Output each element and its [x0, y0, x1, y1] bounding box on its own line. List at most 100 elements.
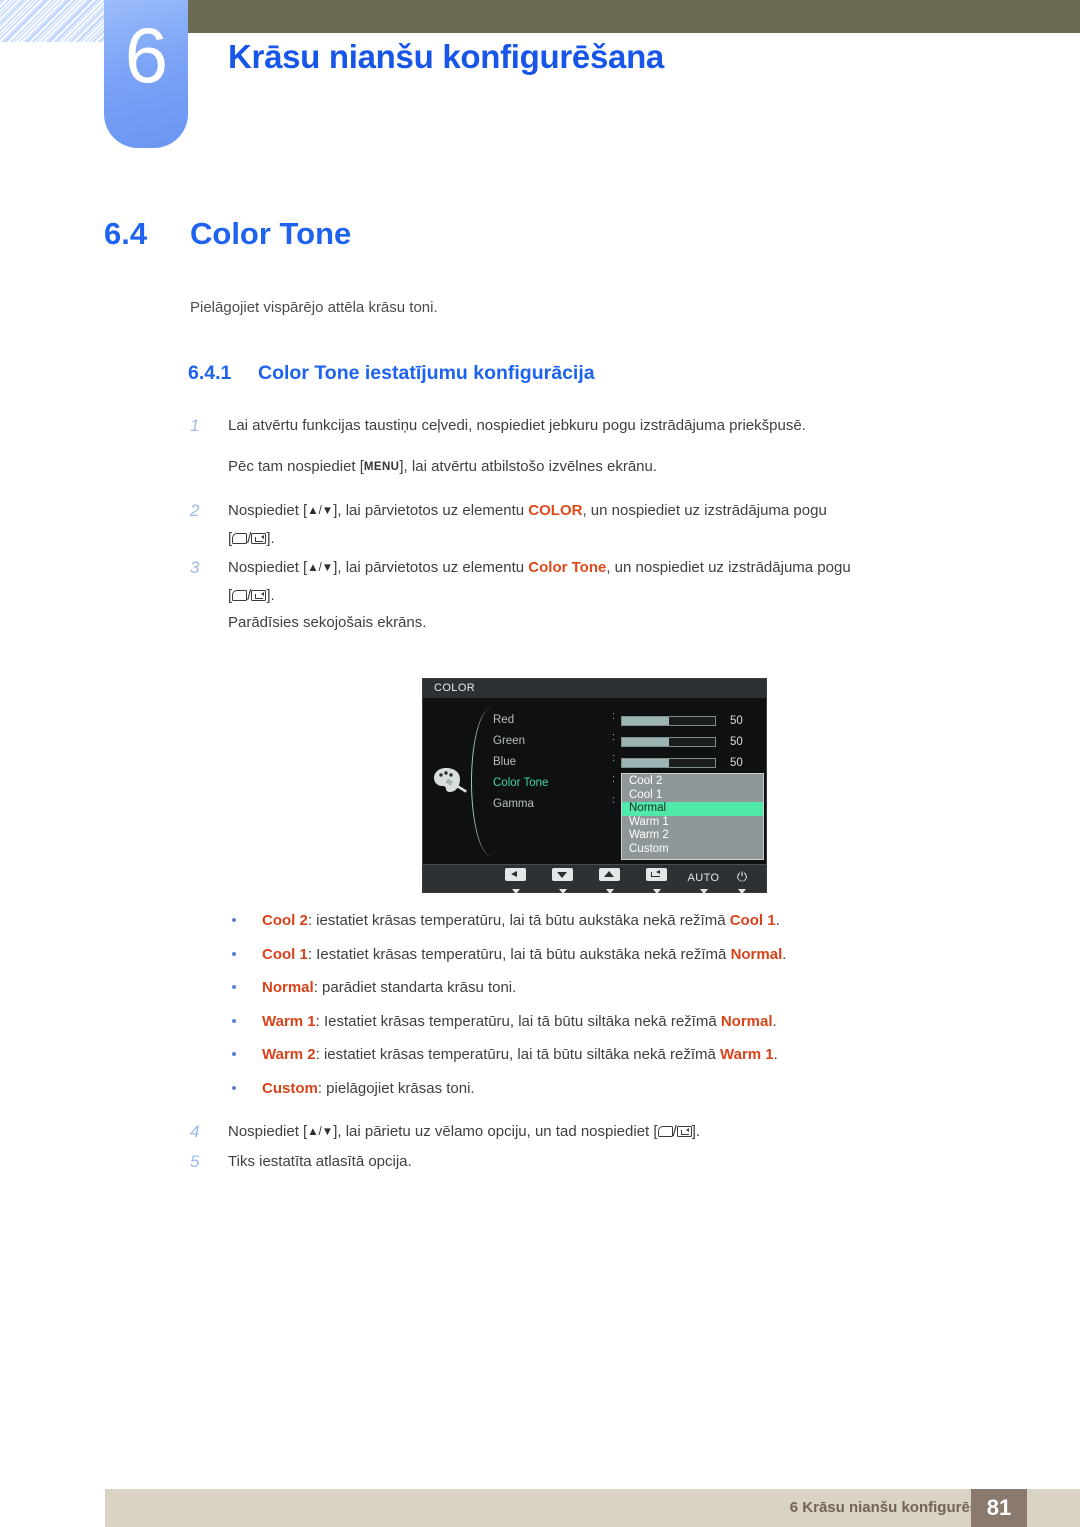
step-4-line: Nospiediet [▲/▼], lai pārietu uz vēlamo … — [228, 1118, 980, 1146]
page-title: 6.4 Color Tone — [104, 216, 351, 252]
step-text: Lai atvērtu funkcijas taustiņu ceļvedi, … — [228, 412, 980, 481]
option-ref: Cool 1 — [729, 912, 776, 929]
osd-item-color-tone[interactable]: Color Tone — [493, 773, 548, 794]
step-5-line: Tiks iestatīta atlasītā opcija. — [228, 1148, 980, 1175]
osd-item-green[interactable]: Green — [493, 731, 548, 752]
step-text: Tiks iestatīta atlasītā opcija. — [228, 1148, 980, 1175]
option-name: Cool 1 — [262, 945, 308, 963]
chapter-number-badge: 6 — [104, 0, 188, 148]
green-slider[interactable] — [621, 736, 716, 747]
dropdown-option-cool-2[interactable]: Cool 2 — [622, 775, 763, 789]
blue-value: 50 — [730, 756, 743, 769]
list-item: Warm 2: iestatiet krāsas temperatūru, la… — [232, 1044, 992, 1066]
procedure-steps-bottom: 4 Nospiediet [▲/▼], lai pārietu uz vēlam… — [190, 1118, 980, 1177]
osd-button-down[interactable] — [539, 868, 586, 894]
option-desc: : Iestatiet krāsas temperatūru, lai tā b… — [315, 1012, 721, 1030]
step-1-line-1: Lai atvērtu funkcijas taustiņu ceļvedi, … — [228, 412, 980, 439]
dropdown-option-custom[interactable]: Custom — [622, 843, 763, 857]
osd-button-power[interactable]: ⏻ — [727, 868, 757, 894]
dropdown-option-warm-2[interactable]: Warm 2 — [622, 829, 763, 843]
step-number: 3 — [190, 558, 200, 577]
red-slider[interactable] — [621, 715, 716, 726]
step-text: Nospiediet [▲/▼], lai pārvietotos uz ele… — [228, 554, 980, 636]
keyword-color-tone: Color Tone — [528, 559, 607, 576]
osd-colon: : — [612, 773, 616, 785]
step-2-prefix: Nospiediet [ — [228, 502, 308, 519]
updown-arrow-icon: ▲/▼ — [307, 1126, 334, 1138]
osd-button-enter[interactable] — [633, 868, 680, 894]
step-1-suffix: ], lai atvērtu atbilstošo izvēlnes ekrān… — [399, 458, 658, 475]
indicator-triangle-icon — [652, 889, 661, 894]
bracket-close: ]. — [691, 1123, 701, 1140]
option-desc: : iestatiet krāsas temperatūru, lai tā b… — [315, 1046, 720, 1063]
updown-arrow-icon: ▲/▼ — [307, 505, 334, 517]
enter-button-icon — [676, 1126, 692, 1137]
step-text: Nospiediet [▲/▼], lai pārietu uz vēlamo … — [228, 1118, 980, 1146]
section-title: Color Tone — [190, 216, 352, 251]
dropdown-option-warm-1[interactable]: Warm 1 — [622, 816, 763, 830]
option-desc-end: . — [782, 945, 787, 963]
step-number: 4 — [190, 1122, 200, 1141]
page-number: 81 — [971, 1489, 1027, 1527]
option-desc-end: . — [775, 912, 780, 929]
option-name: Warm 1 — [262, 1012, 316, 1030]
step-3-prefix: Nospiediet [ — [228, 559, 308, 576]
down-arrow-icon — [552, 868, 573, 881]
power-icon: ⏻ — [736, 869, 748, 884]
header-olive-bar — [182, 0, 1080, 33]
osd-menu-labels: Red Green Blue Color Tone Gamma — [493, 710, 548, 815]
indicator-triangle-icon — [699, 889, 708, 894]
bullet-dot-icon — [232, 1044, 262, 1066]
source-button-icon — [657, 1126, 673, 1137]
step-2: 2 Nospiediet [▲/▼], lai pārvietotos uz e… — [190, 497, 980, 552]
step-5-sentence: Tiks iestatīta atlasītā opcija. — [228, 1153, 412, 1170]
color-tone-dropdown[interactable]: Cool 2 Cool 1 Normal Warm 1 Warm 2 Custo… — [621, 773, 764, 860]
option-ref: Normal — [730, 945, 783, 963]
osd-colon: : — [612, 731, 616, 743]
step-1-prefix: Pēc tam nospiediet [ — [228, 458, 364, 475]
option-desc: : iestatiet krāsas temperatūru, lai tā b… — [307, 912, 730, 929]
bracket-close: ]. — [266, 587, 275, 604]
osd-button-auto[interactable]: AUTO — [680, 868, 727, 894]
step-number: 2 — [190, 501, 200, 520]
osd-item-blue[interactable]: Blue — [493, 752, 548, 773]
osd-button-left[interactable] — [492, 868, 539, 894]
enter-button-icon — [251, 533, 267, 544]
indicator-triangle-icon — [738, 889, 746, 894]
step-4-mid: ], lai pārietu uz vēlamo opciju, un tad … — [333, 1123, 658, 1140]
indicator-triangle-icon — [511, 889, 520, 894]
option-desc: : Iestatiet krāsas temperatūru, lai tā b… — [307, 945, 731, 963]
osd-colon: : — [612, 794, 616, 806]
osd-button-up[interactable] — [586, 868, 633, 894]
osd-item-gamma[interactable]: Gamma — [493, 794, 548, 815]
bullet-text: Normal: parādiet standarta krāsu toni. — [262, 977, 992, 999]
list-item: Warm 1: Iestatiet krāsas temperatūru, la… — [232, 1011, 992, 1033]
keyword-color: COLOR — [528, 502, 583, 519]
osd-row-green: 50 — [621, 731, 743, 752]
up-arrow-icon — [599, 868, 620, 881]
hatch-decoration-fine — [0, 0, 108, 42]
enter-button-icon — [251, 590, 267, 601]
menu-key-label: MENU — [363, 461, 400, 473]
option-name: Custom — [262, 1079, 318, 1097]
dropdown-option-normal[interactable]: Normal — [622, 802, 763, 816]
option-name: Normal — [262, 979, 314, 996]
step-3-tail: , un nospiediet uz izstrādājuma pogu — [606, 559, 851, 576]
step-2-line-2: [/]. — [228, 525, 980, 552]
option-desc-end: . — [772, 1012, 777, 1030]
osd-button-bar: AUTO ⏻ — [423, 864, 766, 894]
osd-item-red[interactable]: Red — [493, 710, 548, 731]
blue-slider[interactable] — [621, 757, 716, 768]
osd-row-blue: 50 — [621, 752, 743, 773]
step-5: 5 Tiks iestatīta atlasītā opcija. — [190, 1148, 980, 1175]
osd-value-rows: 50 50 50 — [621, 710, 743, 773]
step-4: 4 Nospiediet [▲/▼], lai pārietu uz vēlam… — [190, 1118, 980, 1146]
bracket-close: ]. — [266, 530, 275, 547]
dropdown-option-cool-1[interactable]: Cool 1 — [622, 789, 763, 803]
step-3-mid: ], lai pārvietotos uz elementu — [333, 559, 529, 576]
step-3-note: Parādīsies sekojošais ekrāns. — [228, 614, 427, 631]
subsection-title: Color Tone iestatījumu konfigurācija — [258, 362, 595, 384]
osd-body: Red Green Blue Color Tone Gamma : : : : … — [423, 698, 766, 864]
